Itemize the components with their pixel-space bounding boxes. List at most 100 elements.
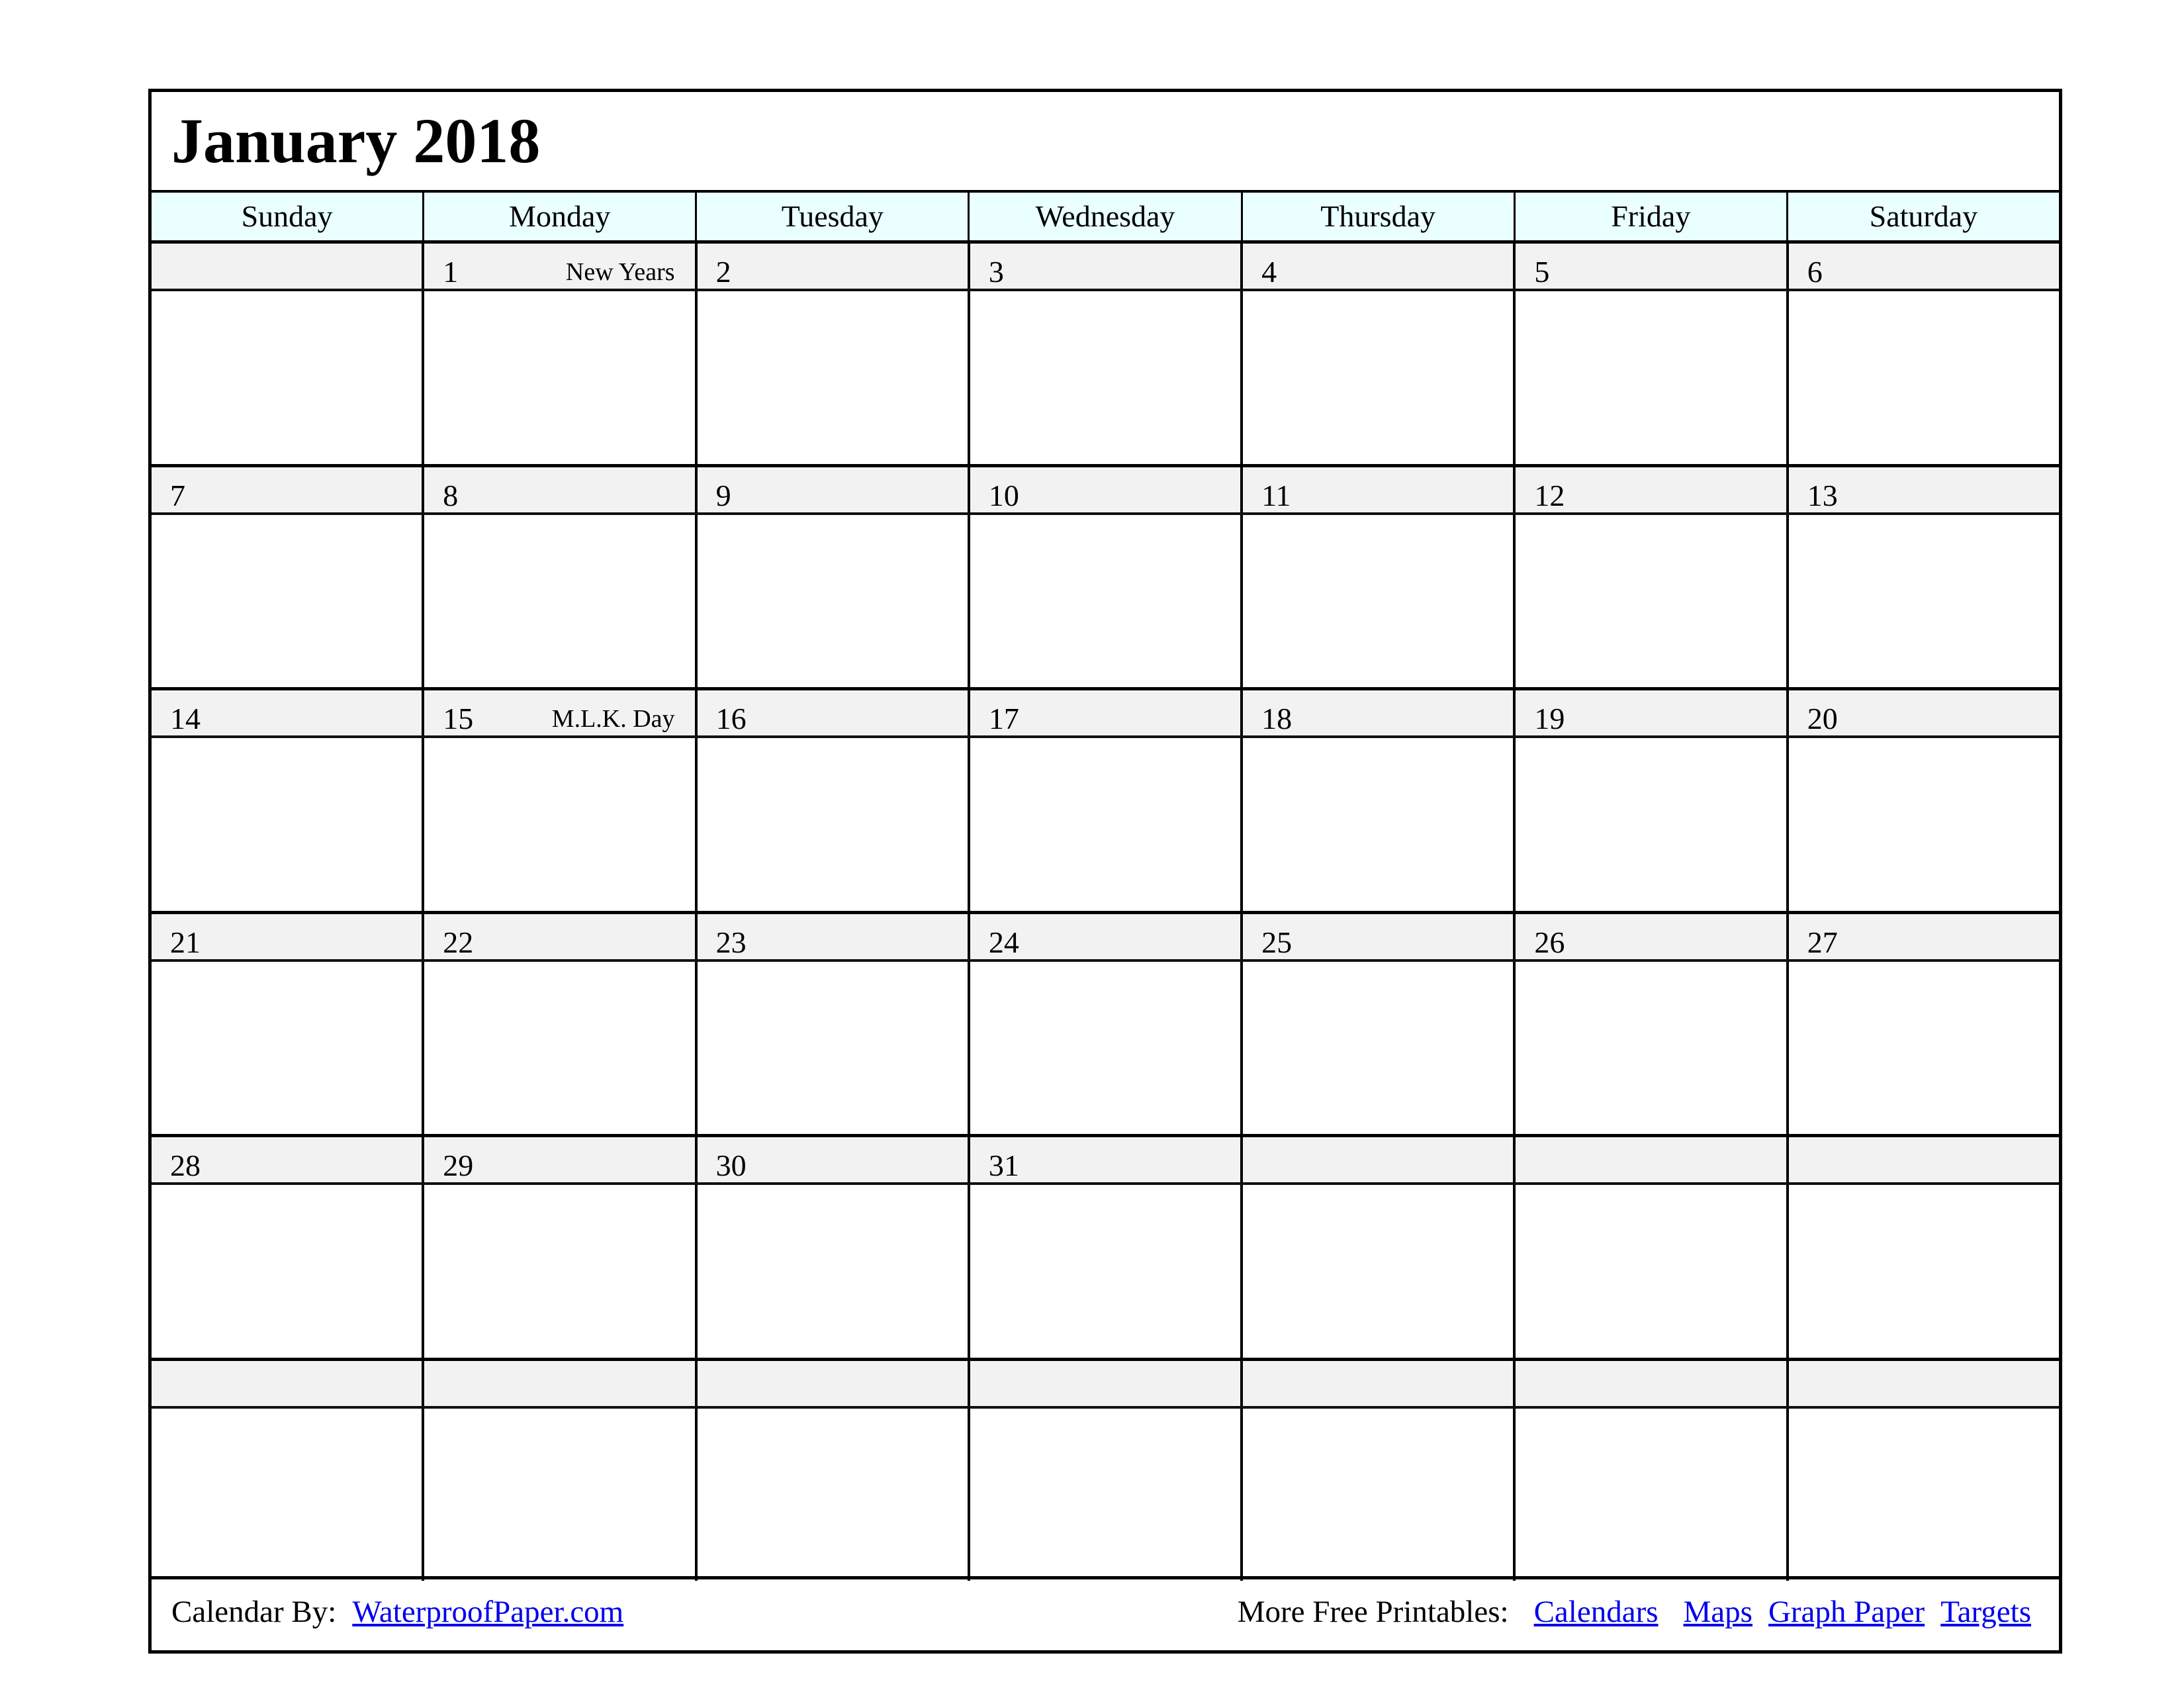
day-cell-header: 31 bbox=[967, 1137, 1240, 1182]
weekday-header-friday: Friday bbox=[1513, 193, 1786, 240]
day-notes-cell bbox=[152, 291, 422, 464]
calendars-link[interactable]: Calendars bbox=[1534, 1595, 1659, 1629]
weekday-header-thursday: Thursday bbox=[1240, 193, 1514, 240]
week-row: 14 15 M.L.K. Day 16 17 18 19 20 bbox=[152, 687, 2059, 911]
day-cell-header: 10 bbox=[967, 467, 1240, 512]
day-cell-header: 23 bbox=[694, 914, 968, 959]
day-cell-header: 15 M.L.K. Day bbox=[422, 690, 694, 735]
day-cell-header bbox=[694, 1360, 968, 1406]
maps-link[interactable]: Maps bbox=[1684, 1595, 1752, 1629]
footer: Calendar By: WaterproofPaper.com More Fre… bbox=[152, 1576, 2059, 1650]
day-notes-cell bbox=[1786, 1408, 2059, 1581]
day-notes-cell bbox=[422, 961, 694, 1134]
day-number: 12 bbox=[1534, 478, 1565, 512]
day-number: 6 bbox=[1807, 255, 1823, 289]
week-row: 21 22 23 24 25 26 27 bbox=[152, 910, 2059, 1135]
day-number: 15 bbox=[443, 702, 474, 735]
day-number: 21 bbox=[170, 925, 201, 959]
day-notes-cell bbox=[1240, 291, 1513, 464]
day-notes-cell bbox=[1786, 514, 2059, 687]
day-number: 2 bbox=[715, 255, 731, 289]
day-number: 8 bbox=[443, 478, 459, 512]
day-number-band: 7 8 9 10 11 12 13 bbox=[152, 467, 2059, 515]
day-number: 13 bbox=[1807, 478, 1838, 512]
day-cell-header bbox=[422, 1360, 694, 1406]
day-cell-header bbox=[152, 244, 422, 289]
day-cell-header: 9 bbox=[694, 467, 968, 512]
day-number: 24 bbox=[988, 925, 1019, 959]
day-notes-cell bbox=[967, 738, 1240, 911]
day-notes-cell bbox=[694, 1408, 968, 1581]
waterproofpaper-link[interactable]: WaterproofPaper.com bbox=[352, 1595, 623, 1629]
day-notes-cell bbox=[1513, 1408, 1786, 1581]
day-cell-header: 18 bbox=[1240, 690, 1513, 735]
weekday-header-sunday: Sunday bbox=[241, 199, 333, 233]
day-number: 28 bbox=[170, 1149, 201, 1182]
day-number-band: 14 15 M.L.K. Day 16 17 18 19 20 bbox=[152, 690, 2059, 738]
day-cell-header: 25 bbox=[1240, 914, 1513, 959]
day-number: 5 bbox=[1534, 255, 1550, 289]
day-cell-header: 21 bbox=[152, 914, 422, 959]
day-notes-cell bbox=[152, 1409, 422, 1581]
day-cell-header: 24 bbox=[967, 914, 1240, 959]
day-number: 7 bbox=[170, 478, 185, 512]
week-row: 28 29 30 31 bbox=[152, 1134, 2059, 1358]
day-notes-cell bbox=[694, 514, 968, 687]
day-number-band: 1 New Years 2 3 4 5 6 bbox=[152, 244, 2059, 291]
day-number: 30 bbox=[715, 1149, 747, 1182]
calendar-title: January 2018 bbox=[171, 105, 541, 176]
holiday-label: New Years bbox=[565, 258, 675, 286]
day-notes-cell bbox=[1786, 1185, 2059, 1358]
day-number: 27 bbox=[1807, 925, 1838, 959]
day-cell-header: 5 bbox=[1513, 244, 1786, 289]
graph-paper-link[interactable]: Graph Paper bbox=[1768, 1595, 1925, 1629]
day-notes-cell bbox=[422, 738, 694, 911]
day-cell-header: 17 bbox=[967, 690, 1240, 735]
day-cell-header: 22 bbox=[422, 914, 694, 959]
day-notes-row bbox=[152, 1408, 2059, 1581]
day-notes-cell bbox=[1513, 1185, 1786, 1358]
day-notes-cell bbox=[967, 291, 1240, 464]
day-cell-header: 1 New Years bbox=[422, 244, 694, 289]
day-number: 11 bbox=[1261, 478, 1291, 512]
day-number: 9 bbox=[715, 478, 731, 512]
day-cell-header: 26 bbox=[1513, 914, 1786, 959]
footer-credit: Calendar By: WaterproofPaper.com bbox=[171, 1594, 623, 1630]
day-number: 23 bbox=[715, 925, 747, 959]
day-cell-header bbox=[1513, 1137, 1786, 1182]
day-number: 29 bbox=[443, 1149, 474, 1182]
day-cell-header: 13 bbox=[1786, 467, 2059, 512]
day-notes-cell bbox=[967, 961, 1240, 1134]
week-row: 1 New Years 2 3 4 5 6 bbox=[152, 240, 2059, 464]
day-cell-header: 4 bbox=[1240, 244, 1513, 289]
day-number: 26 bbox=[1534, 925, 1565, 959]
day-cell-header bbox=[1240, 1137, 1513, 1182]
weekday-header-wednesday: Wednesday bbox=[968, 193, 1240, 240]
weekday-header-saturday: Saturday bbox=[1786, 193, 2059, 240]
day-notes-cell bbox=[1513, 961, 1786, 1134]
day-notes-cell bbox=[694, 1185, 968, 1358]
day-notes-cell bbox=[152, 962, 422, 1135]
day-notes-cell bbox=[1240, 514, 1513, 687]
day-notes-row bbox=[152, 961, 2059, 1135]
day-cell-header bbox=[1786, 1137, 2059, 1182]
day-cell-header: 19 bbox=[1513, 690, 1786, 735]
day-cell-header bbox=[1513, 1360, 1786, 1406]
day-cell-header: 2 bbox=[694, 244, 968, 289]
day-notes-cell bbox=[152, 738, 422, 911]
day-cell-header: 16 bbox=[694, 690, 968, 735]
day-cell-header: 20 bbox=[1786, 690, 2059, 735]
calendar-grid: Sunday Monday Tuesday Wednesday Thursday… bbox=[152, 190, 2059, 1581]
day-notes-cell bbox=[967, 514, 1240, 687]
day-cell-header: 6 bbox=[1786, 244, 2059, 289]
day-number: 16 bbox=[715, 702, 747, 735]
day-notes-cell bbox=[152, 515, 422, 688]
day-cell-header: 27 bbox=[1786, 914, 2059, 959]
day-notes-cell bbox=[422, 1408, 694, 1581]
day-cell-header: 30 bbox=[694, 1137, 968, 1182]
targets-link[interactable]: Targets bbox=[1940, 1595, 2031, 1629]
weekday-header-tuesday: Tuesday bbox=[695, 193, 968, 240]
weekday-header-monday: Monday bbox=[422, 193, 695, 240]
day-number: 25 bbox=[1261, 925, 1293, 959]
day-notes-row bbox=[152, 1185, 2059, 1358]
